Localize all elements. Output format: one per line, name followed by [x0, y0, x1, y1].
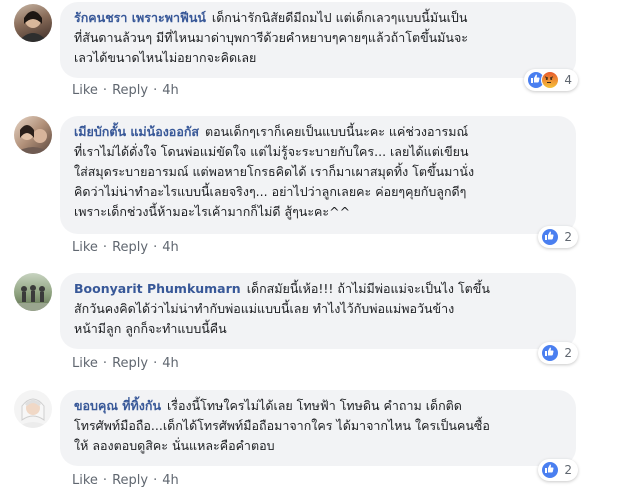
comment-text-line: ใส่สมุดระบายอารมณ์ แต่พอหายโกรธคิดได้ เร…	[74, 164, 475, 179]
comment-text-line: เพราะเด็กช่วงนี้ห้ามอะไรเค้ามากก็ไม่ดี ส…	[74, 204, 351, 219]
reaction-count: 2	[564, 463, 572, 477]
separator-dot: ·	[102, 240, 108, 255]
comment-text-line: ที่เราไม่ได้ดั่งใจ โดนพ่อแม่ขัดใจ แต่ไม่…	[74, 144, 469, 159]
comment-text-line: เรื่องนี้โทษใครไม่ได้เลย โทษฟ้า โทษดิน ค…	[167, 398, 462, 413]
comment-text-line: โทรศัพท์มือถือ...เด็กได้โทรศัพท์มือถือมา…	[74, 418, 490, 433]
user-photo-icon	[16, 398, 50, 428]
comment-timestamp[interactable]: 4h	[162, 240, 179, 255]
reply-button[interactable]: Reply	[112, 83, 148, 98]
reaction-count: 4	[564, 73, 572, 87]
separator-dot: ·	[153, 240, 158, 255]
comment-timestamp[interactable]: 4h	[162, 356, 179, 371]
separator-dot: ·	[153, 473, 158, 488]
avatar[interactable]	[14, 390, 52, 428]
angry-icon	[541, 71, 560, 89]
comment-text-line: สักวันคงคิดได้ว่าไม่น่าทำกับพ่อแม่แบบนี้…	[74, 301, 455, 316]
comment-timestamp[interactable]: 4h	[162, 473, 179, 488]
reactions-summary[interactable]: 4	[524, 69, 578, 91]
separator-dot: ·	[153, 83, 158, 98]
separator-dot: ·	[153, 356, 158, 371]
comment-bubble: รักคนชรา เพราะพาฟีนน์ เด็กน่ารักนิสัยดีมี…	[60, 2, 576, 78]
reactions-summary[interactable]: 2	[538, 342, 578, 364]
comment-actions: Like · Reply · 4h	[72, 473, 179, 488]
like-button[interactable]: Like	[72, 473, 98, 488]
comment-text-line: เลวได้ขนาดไหนไม่อยากจะคิดเลย	[74, 50, 257, 65]
reaction-count: 2	[564, 230, 572, 244]
like-button[interactable]: Like	[72, 240, 98, 255]
reply-button[interactable]: Reply	[112, 356, 148, 371]
avatar[interactable]	[14, 116, 52, 154]
comment-text-line: ที่สันดานล้วนๆ มีที่ไหนมาด่าบุพการีด้วยค…	[74, 30, 468, 45]
comment-text-line: คิดว่าไม่น่าทำอะไรแบบนี้เลยจริงๆ... อย่า…	[74, 184, 467, 199]
comment-actions: Like · Reply · 4h	[72, 83, 179, 98]
reaction-count: 2	[564, 346, 572, 360]
comment-author[interactable]: รักคนชรา เพราะพาฟีนน์	[74, 10, 206, 25]
comment-text-line: เด็กสมัยนี้เห้อ!!! ถ้าไม่มีพ่อแม่จะเป็นไ…	[246, 281, 490, 296]
user-photo-icon	[14, 125, 52, 154]
reply-button[interactable]: Reply	[112, 240, 148, 255]
comment-text-line: เด็กน่ารักนิสัยดีมีถมไป แต่เด็กเลวๆแบบนี…	[211, 10, 468, 25]
comment-bubble: เมียบักตั้น แม่น้องออกัส ตอนเด็กๆเราก็เคย…	[60, 116, 576, 234]
like-button[interactable]: Like	[72, 356, 98, 371]
like-icon	[541, 228, 560, 246]
reactions-summary[interactable]: 2	[538, 459, 578, 481]
comment-author[interactable]: Boonyarit Phumkumarn	[74, 281, 241, 296]
comment-author[interactable]: ขอบคุณ ที่ทิ้งกัน	[74, 398, 161, 413]
comment-text-line: หน้ามีลูก ลูกก็จะทำแบบนี้คืน	[74, 321, 227, 336]
reactions-summary[interactable]: 2	[538, 226, 578, 248]
like-icon	[541, 344, 560, 362]
separator-dot: ·	[102, 473, 108, 488]
user-photo-icon	[18, 11, 48, 42]
like-button[interactable]: Like	[72, 83, 98, 98]
separator-dot: ·	[102, 83, 108, 98]
reply-button[interactable]: Reply	[112, 473, 148, 488]
comment-bubble: Boonyarit Phumkumarn เด็กสมัยนี้เห้อ!!! ถ…	[60, 273, 576, 349]
comment-text-line: ตอนเด็กๆเราก็เคยเป็นแบบนี้นะคะ แค่ช่วงอา…	[205, 124, 469, 139]
comment-timestamp[interactable]: 4h	[162, 83, 179, 98]
like-icon	[541, 461, 560, 479]
separator-dot: ·	[102, 356, 108, 371]
comment-bubble: ขอบคุณ ที่ทิ้งกัน เรื่องนี้โทษใครไม่ได้เล…	[60, 390, 576, 466]
comment-text-line: ให้ ลองตอบดูสิคะ นั่นแหละคือคำตอบ	[74, 438, 275, 453]
avatar[interactable]	[14, 273, 52, 311]
comment-actions: Like · Reply · 4h	[72, 356, 179, 371]
comment-actions: Like · Reply · 4h	[72, 240, 179, 255]
comment-author[interactable]: เมียบักตั้น แม่น้องออกัส	[74, 124, 199, 139]
avatar[interactable]	[14, 4, 52, 42]
user-photo-icon	[14, 285, 52, 311]
